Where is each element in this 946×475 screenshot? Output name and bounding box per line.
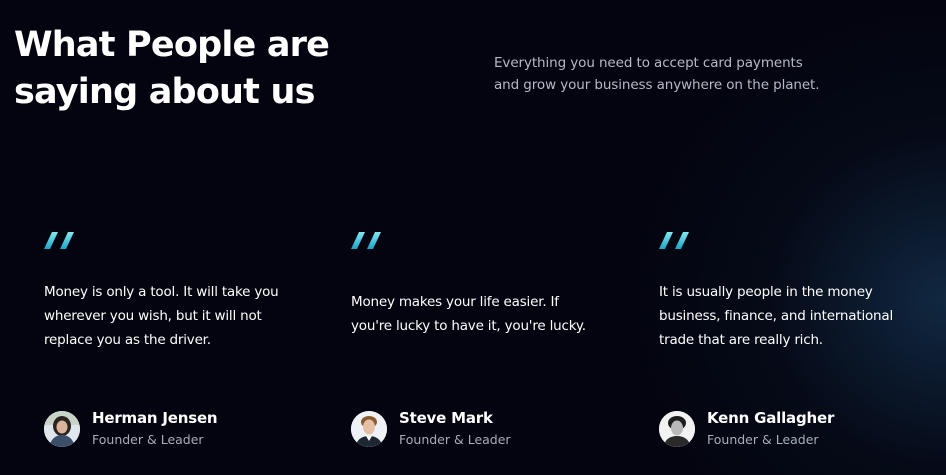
section-heading: What People are saying about us [14, 22, 374, 116]
author-name: Kenn Gallagher [707, 409, 835, 427]
testimonial-author: Kenn Gallagher Founder & Leader [659, 408, 834, 449]
avatar-herman-jensen [44, 410, 80, 447]
heading-line-2: saying about us [14, 72, 315, 112]
testimonial-card-steve: Money makes your life easier. If you're … [351, 228, 596, 447]
testimonial-quote: It is usually people in the money busine… [659, 284, 894, 348]
author-role: Founder & Leader [707, 432, 819, 447]
author-name: Herman Jensen [92, 409, 218, 427]
subtitle-line-1: Everything you need to accept card payme… [494, 55, 803, 71]
section-subtitle: Everything you need to accept card payme… [494, 52, 854, 96]
quote-icon [351, 228, 391, 254]
heading-line-1: What People are [14, 25, 330, 65]
testimonial-quote: Money is only a tool. It will take you w… [44, 284, 279, 348]
testimonial-author: Steve Mark Founder & Leader [351, 408, 511, 449]
avatar-steve-mark [351, 410, 387, 447]
quote-icon [659, 228, 699, 254]
testimonial-card-kenn: It is usually people in the money busine… [659, 228, 904, 447]
author-role: Founder & Leader [399, 432, 511, 447]
author-name: Steve Mark [399, 409, 493, 427]
author-role: Founder & Leader [92, 432, 204, 447]
testimonial-card-herman: Money is only a tool. It will take you w… [44, 228, 289, 447]
quote-icon [44, 228, 84, 254]
subtitle-line-2: and grow your business anywhere on the p… [494, 77, 820, 93]
testimonial-quote: Money makes your life easier. If you're … [351, 294, 586, 334]
testimonial-author: Herman Jensen Founder & Leader [44, 408, 218, 449]
avatar-kenn-gallagher [659, 410, 695, 447]
